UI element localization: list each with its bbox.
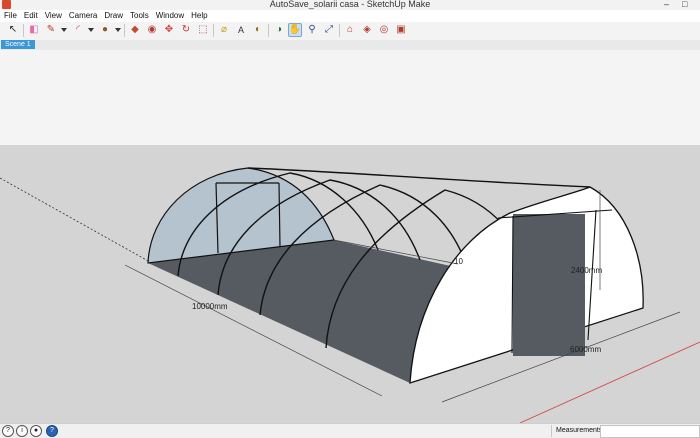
orbit-glyph: ◑ [275, 24, 283, 35]
layout-tool-icon[interactable]: ▣ [394, 23, 408, 37]
scale-glyph: ⬚ [198, 24, 208, 35]
chevron-down-icon[interactable] [88, 28, 94, 32]
paint-bucket-tool-icon[interactable]: ◐ [251, 23, 265, 37]
pan-tool-icon[interactable]: ✋ [288, 23, 302, 37]
user-icon[interactable]: ● [30, 425, 42, 437]
arc-tool-icon[interactable]: ◜ [71, 23, 85, 37]
pencil-tool-icon[interactable]: ✎ [44, 23, 58, 37]
follow-me-tool-icon[interactable]: ◉ [145, 23, 159, 37]
model-drawing: 10000mm 6000mm 2400mm 10 [0, 50, 700, 423]
front-door-opening [513, 214, 585, 356]
share-model-tool-icon[interactable]: ◎ [377, 23, 391, 37]
maximize-icon[interactable]: □ [682, 0, 687, 10]
3d-warehouse-tool-icon[interactable]: ⌂ [343, 23, 357, 37]
dimension-width-label: 6000mm [570, 345, 601, 354]
paint-bucket-glyph: ◐ [254, 24, 262, 35]
menu-window[interactable]: Window [153, 10, 187, 22]
window-title: AutoSave_solarii casa - SketchUp Make [269, 0, 431, 9]
pencil-glyph: ✎ [46, 24, 56, 35]
move-glyph: ✥ [164, 24, 174, 35]
large-tool-set-toolbar: ↖ ◧ ✎ ◜ ● ◆ ◉ ✥ ↻ ⬚ ⌀ A ◐ ◑ ✋ ⚲ ⤢ ⌂ ◈ ◎ … [0, 22, 700, 41]
push-pull-tool-icon[interactable]: ◆ [128, 23, 142, 37]
eraser-glyph: ◧ [29, 24, 39, 35]
3d-warehouse-glyph: ⌂ [346, 24, 354, 35]
arc-glyph: ◜ [76, 24, 80, 35]
status-bar: ? i ● ? Measurements [0, 423, 700, 438]
menu-camera[interactable]: Camera [66, 10, 100, 22]
menu-help[interactable]: Help [188, 10, 210, 22]
menu-bar: File Edit View Camera Draw Tools Window … [0, 10, 700, 22]
chevron-down-icon[interactable] [115, 28, 121, 32]
share-model-glyph: ◎ [379, 24, 389, 35]
toolbar-separator [124, 24, 125, 37]
geo-location-icon[interactable]: ? [2, 425, 14, 437]
zoom-glyph: ⚲ [308, 24, 316, 35]
scale-tool-icon[interactable]: ⬚ [196, 23, 210, 37]
dimension-hidden-label: 10 [454, 257, 463, 266]
scene-tabs-bar: Scene 1 [0, 40, 700, 50]
text-tool-icon[interactable]: A [234, 23, 248, 37]
select-glyph: ↖ [8, 24, 18, 35]
model-viewport[interactable]: 10000mm 6000mm 2400mm 10 [0, 50, 700, 423]
toolbar-separator [23, 24, 24, 37]
measurements-input[interactable] [600, 425, 700, 438]
rotate-glyph: ↻ [181, 24, 191, 35]
scene-tab-1[interactable]: Scene 1 [1, 40, 35, 49]
menu-view[interactable]: View [42, 10, 65, 22]
zoom-extents-glyph: ⤢ [325, 24, 333, 35]
shapes-glyph: ● [101, 24, 109, 35]
orbit-tool-icon[interactable]: ◑ [272, 23, 286, 37]
toolbar-separator [268, 24, 269, 37]
extension-warehouse-glyph: ◈ [363, 24, 371, 35]
dimension-length-label: 10000mm [192, 302, 228, 311]
move-tool-icon[interactable]: ✥ [162, 23, 176, 37]
zoom-tool-icon[interactable]: ⚲ [305, 23, 319, 37]
select-tool-icon[interactable]: ↖ [6, 23, 20, 37]
tape-measure-glyph: ⌀ [220, 24, 228, 35]
menu-tools[interactable]: Tools [127, 10, 152, 22]
follow-me-glyph: ◉ [147, 24, 157, 35]
chevron-down-icon[interactable] [61, 28, 67, 32]
text-glyph: A [237, 25, 244, 35]
toolbar-separator [339, 24, 340, 37]
menu-draw[interactable]: Draw [101, 10, 126, 22]
credits-icon[interactable]: i [16, 425, 28, 437]
menu-edit[interactable]: Edit [21, 10, 41, 22]
menu-file[interactable]: File [1, 10, 20, 22]
dimension-height-label: 2400mm [571, 266, 602, 275]
measurements-label: Measurements [551, 425, 602, 437]
extension-warehouse-tool-icon[interactable]: ◈ [360, 23, 374, 37]
toolbar-separator [213, 24, 214, 37]
rotate-tool-icon[interactable]: ↻ [179, 23, 193, 37]
push-pull-glyph: ◆ [131, 24, 139, 35]
zoom-extents-tool-icon[interactable]: ⤢ [322, 23, 336, 37]
title-bar: AutoSave_solarii casa - SketchUp Make – … [0, 0, 700, 10]
minimize-icon[interactable]: – [664, 0, 669, 10]
layout-glyph: ▣ [396, 24, 406, 35]
eraser-tool-icon[interactable]: ◧ [27, 23, 41, 37]
shapes-tool-icon[interactable]: ● [98, 23, 112, 37]
help-icon[interactable]: ? [46, 425, 58, 437]
sky [0, 50, 700, 145]
pan-glyph: ✋ [288, 24, 302, 35]
tape-measure-tool-icon[interactable]: ⌀ [217, 23, 231, 37]
